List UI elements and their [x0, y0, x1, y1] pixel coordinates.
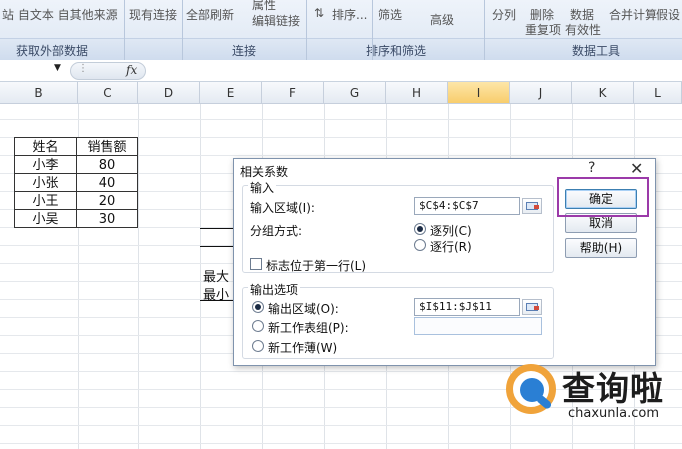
radio-new-sheet[interactable] — [252, 320, 264, 332]
ribbon: 站 自文本 自其他来源 现有连接 全部刷新 属性 编辑链接 ⇅ 排序... 筛选… — [0, 0, 682, 60]
table-cell-name[interactable]: 小张 — [14, 173, 77, 192]
chevron-down-icon[interactable]: ▼ — [54, 63, 61, 73]
column-header-e[interactable]: E — [200, 82, 262, 104]
sort-az-icon[interactable]: ⇅ — [314, 6, 324, 20]
ok-button-highlight — [557, 177, 649, 217]
column-header-j[interactable]: J — [510, 82, 572, 104]
output-group-label: 输出选项 — [248, 281, 301, 298]
group-label-data-tools: 数据工具 — [572, 44, 621, 58]
column-header-f[interactable]: F — [262, 82, 324, 104]
table-header-sales[interactable]: 销售额 — [76, 137, 138, 156]
formula-bar: ▼ ⋮ fx — [0, 60, 682, 82]
watermark-url: chaxunla.com — [568, 406, 659, 421]
column-header-c[interactable]: C — [78, 82, 138, 104]
close-icon[interactable]: ✕ — [630, 159, 643, 178]
sheet-label-max[interactable]: 最大 — [203, 266, 229, 285]
group-label-sort-filter: 排序和筛选 — [366, 44, 427, 58]
ribbon-item-validation[interactable]: 有效性 — [565, 21, 601, 38]
table-header-name[interactable]: 姓名 — [14, 137, 77, 156]
ribbon-item-edit-links[interactable]: 编辑链接 — [252, 12, 300, 29]
table-cell-sales[interactable]: 40 — [76, 173, 138, 192]
ribbon-item-duplicates[interactable]: 重复项 — [525, 21, 561, 38]
input-range-field[interactable]: $C$4:$C$7 — [414, 197, 520, 215]
column-header-l[interactable]: L — [634, 82, 682, 104]
grid-line — [0, 443, 682, 444]
grid-line — [0, 119, 682, 120]
new-workbook-label[interactable]: 新工作薄(W) — [268, 339, 337, 356]
table-cell-name[interactable]: 小李 — [14, 155, 77, 174]
column-header-d[interactable]: D — [138, 82, 200, 104]
by-row-label[interactable]: 逐行(R) — [430, 238, 472, 255]
dialog-title: 相关系数 — [240, 165, 289, 179]
column-header-g[interactable]: G — [324, 82, 386, 104]
group-label-connections: 连接 — [232, 44, 257, 58]
radio-by-column[interactable] — [414, 223, 426, 235]
ribbon-separator — [372, 0, 373, 60]
help-button[interactable]: 帮助(H) — [565, 238, 637, 258]
table-cell-sales[interactable]: 80 — [76, 155, 138, 174]
column-header-b[interactable]: B — [0, 82, 78, 104]
radio-new-workbook[interactable] — [252, 340, 264, 352]
labels-first-row-checkbox[interactable] — [250, 258, 262, 270]
cell-border — [200, 228, 234, 229]
group-label-external-data: 获取外部数据 — [16, 44, 89, 58]
watermark-name: 查询啦 — [562, 369, 664, 408]
radio-output-range[interactable] — [252, 301, 264, 313]
ribbon-item-sort[interactable]: 排序... — [332, 6, 367, 23]
sheet-label-min[interactable]: 最小 — [203, 284, 229, 303]
range-picker-icon[interactable] — [522, 299, 542, 315]
ribbon-item-refresh-all[interactable]: 全部刷新 — [186, 6, 234, 23]
ribbon-separator — [484, 0, 485, 60]
ribbon-item-text-sources[interactable]: 站 自文本 自其他来源 — [2, 6, 118, 23]
ribbon-item-filter[interactable]: 筛选 — [378, 6, 402, 23]
ribbon-item-existing-connections[interactable]: 现有连接 — [129, 6, 177, 23]
column-header-i[interactable]: I — [448, 82, 510, 104]
radio-by-row[interactable] — [414, 239, 426, 251]
table-cell-sales[interactable]: 20 — [76, 191, 138, 210]
help-icon[interactable]: ? — [588, 160, 595, 176]
ribbon-separator — [124, 0, 125, 60]
column-header-k[interactable]: K — [572, 82, 634, 104]
ribbon-item-text-to-columns[interactable]: 分列 — [492, 6, 516, 23]
ribbon-separator — [306, 0, 307, 60]
new-sheet-label[interactable]: 新工作表组(P): — [268, 319, 349, 336]
table-cell-name[interactable]: 小吴 — [14, 209, 77, 228]
range-picker-icon[interactable] — [522, 198, 542, 214]
watermark: 查询啦 chaxunla.com — [506, 362, 676, 438]
ribbon-separator — [182, 0, 183, 60]
input-range-label: 输入区域(I): — [250, 201, 315, 215]
cell-border — [200, 246, 234, 247]
column-header-h[interactable]: H — [386, 82, 448, 104]
labels-first-row-label[interactable]: 标志位于第一行(L) — [266, 257, 366, 274]
group-by-label: 分组方式: — [250, 224, 303, 238]
by-column-label[interactable]: 逐列(C) — [430, 222, 472, 239]
insert-function-icon[interactable]: fx — [126, 63, 137, 77]
ribbon-item-what-if[interactable]: 假设 — [656, 6, 680, 23]
table-cell-name[interactable]: 小王 — [14, 191, 77, 210]
ribbon-item-consolidate[interactable]: 合并计算 — [609, 6, 657, 23]
input-group-label: 输入 — [248, 179, 277, 196]
new-sheet-field[interactable] — [414, 317, 542, 335]
ribbon-item-advanced[interactable]: 高级 — [430, 11, 454, 28]
formula-bar-handle-icon[interactable]: ⋮ — [78, 63, 88, 74]
table-cell-sales[interactable]: 30 — [76, 209, 138, 228]
output-range-field[interactable]: $I$11:$J$11 — [414, 298, 520, 316]
output-range-label[interactable]: 输出区域(O): — [268, 300, 339, 317]
